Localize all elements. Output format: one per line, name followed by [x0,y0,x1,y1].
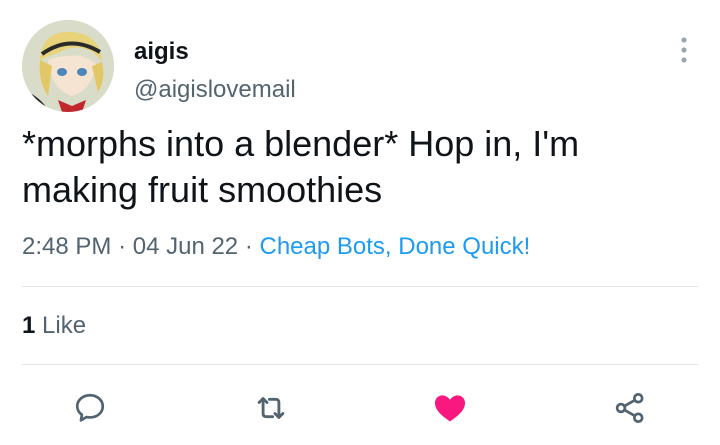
like-count-number: 1 [22,312,36,339]
heart-icon [434,395,466,422]
tweet-date[interactable]: 04 Jun 22 [133,233,238,260]
speech-bubble-icon [75,393,105,422]
divider [22,286,698,287]
share-icon [615,393,644,423]
share-button[interactable] [606,384,654,432]
display-name[interactable]: aigis [134,38,189,66]
divider [22,364,698,365]
meta-separator: · [118,233,127,260]
retweet-button[interactable] [247,384,295,432]
tweet-time[interactable]: 2:48 PM [22,233,111,260]
tweet-meta: 2:48 PM · 04 Jun 22 · Cheap Bots, Done Q… [22,233,530,261]
more-options-icon[interactable] [676,34,692,66]
likes-count[interactable]: 1 Like [22,312,86,340]
retweet-icon [257,397,285,419]
like-button[interactable] [426,384,474,432]
tweet-source-link[interactable]: Cheap Bots, Done Quick! [260,233,531,260]
like-count-label: Like [35,312,87,339]
user-handle[interactable]: @aigislovemail [134,76,296,104]
avatar-image [22,20,114,112]
meta-separator: · [244,233,253,260]
tweet-text: *morphs into a blender* Hop in, I'm maki… [22,123,580,210]
avatar[interactable] [22,20,114,112]
reply-button[interactable] [66,384,114,432]
